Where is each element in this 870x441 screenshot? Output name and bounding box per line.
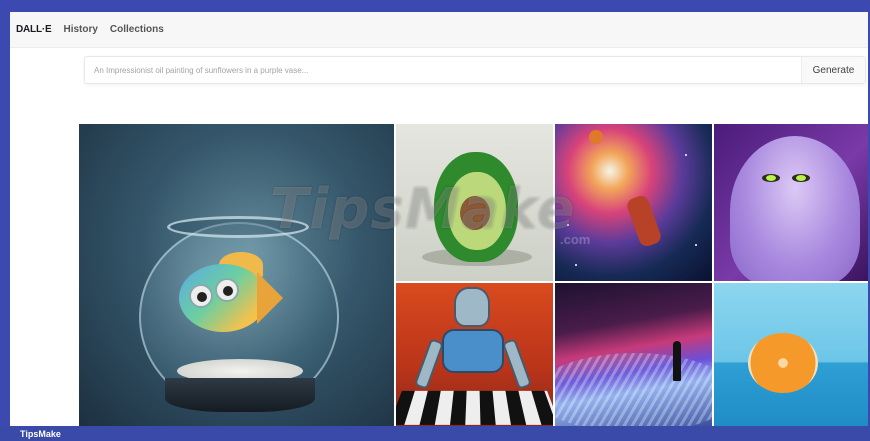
- robot-arm-left: [413, 338, 445, 390]
- monster-eye-left: [762, 174, 780, 182]
- footer-bar: TipsMake: [0, 426, 870, 441]
- nav-link-collections[interactable]: Collections: [110, 24, 164, 35]
- avocado-pit: [460, 196, 490, 230]
- star: [575, 264, 577, 266]
- monster-eye-right: [792, 174, 810, 182]
- fish-tail: [257, 272, 283, 324]
- gallery-image-purple-monster[interactable]: [714, 124, 868, 281]
- silhouette-figure: [673, 341, 681, 381]
- star: [685, 154, 687, 156]
- gallery-image-avocado-chair[interactable]: [396, 124, 553, 281]
- fishbowl-base: [165, 378, 315, 412]
- gallery-image-robot-chess[interactable]: [396, 283, 553, 426]
- chessboard: [396, 390, 553, 425]
- brand-logo[interactable]: DALL·E: [16, 24, 52, 35]
- robot-arm-right: [501, 338, 533, 390]
- gallery-image-space-basketball[interactable]: [555, 124, 712, 281]
- star: [695, 244, 697, 246]
- prompt-input[interactable]: [85, 57, 801, 83]
- generate-button[interactable]: Generate: [801, 57, 865, 83]
- prompt-bar: Generate: [84, 56, 866, 84]
- image-gallery: [79, 124, 868, 426]
- robot-body: [442, 329, 504, 373]
- basketball-player: [625, 193, 663, 249]
- gallery-image-orange-half[interactable]: [714, 283, 868, 426]
- orange-half: [748, 333, 818, 393]
- dalle-app: DALL·E History Collections Generate: [10, 12, 868, 426]
- top-nav: DALL·E History Collections: [10, 12, 868, 48]
- fish-eye-left: [189, 284, 213, 308]
- wave-pattern: [555, 353, 712, 426]
- monster-body: [730, 136, 860, 281]
- fishbowl-rim: [167, 216, 309, 238]
- gallery-image-fishbowl[interactable]: [79, 124, 394, 426]
- footer-label: TipsMake: [20, 428, 61, 439]
- fish-eye-right: [215, 278, 239, 302]
- robot-head: [454, 287, 490, 327]
- gallery-image-neon-beach[interactable]: [555, 283, 712, 426]
- basketball: [589, 130, 603, 144]
- star: [567, 224, 569, 226]
- nav-link-history[interactable]: History: [63, 24, 97, 35]
